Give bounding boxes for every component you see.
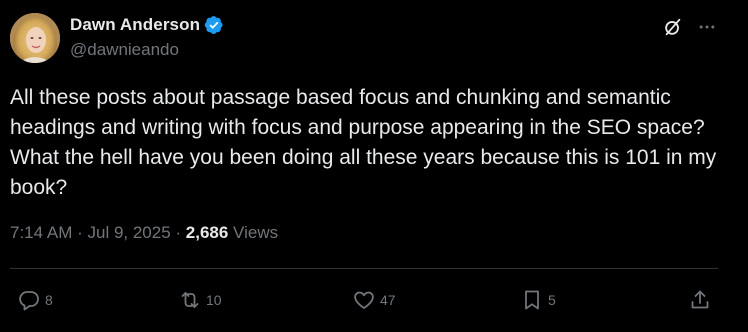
avatar-image bbox=[10, 13, 60, 63]
avatar[interactable] bbox=[10, 13, 60, 63]
tweet-text: All these posts about passage based focu… bbox=[10, 86, 723, 199]
tweet-date[interactable]: Jul 9, 2025 bbox=[87, 223, 170, 243]
display-name[interactable]: Dawn Anderson bbox=[70, 15, 200, 35]
grok-icon[interactable] bbox=[662, 16, 684, 38]
bookmark-button[interactable]: 5 bbox=[520, 284, 556, 316]
views-count[interactable]: 2,686 bbox=[186, 223, 229, 243]
user-block: Dawn Anderson @dawnieando bbox=[70, 13, 224, 60]
bookmark-count: 5 bbox=[548, 292, 556, 308]
verified-badge-icon[interactable] bbox=[204, 15, 224, 35]
like-count: 47 bbox=[380, 292, 396, 308]
reply-count: 8 bbox=[45, 292, 53, 308]
bookmark-icon bbox=[525, 290, 539, 310]
tweet: Dawn Anderson @dawnieando All these post… bbox=[0, 0, 748, 332]
share-icon bbox=[691, 290, 709, 309]
like-button[interactable]: 47 bbox=[352, 284, 396, 316]
more-icon[interactable] bbox=[696, 16, 718, 38]
repost-icon bbox=[181, 292, 199, 308]
repost-count: 10 bbox=[206, 292, 222, 308]
reply-button[interactable]: 8 bbox=[17, 284, 53, 316]
meta-separator: · bbox=[72, 223, 88, 242]
repost-button[interactable]: 10 bbox=[178, 284, 222, 316]
share-button[interactable] bbox=[688, 284, 712, 316]
action-bar: 8 10 47 5 bbox=[0, 284, 748, 316]
tweet-time[interactable]: 7:14 AM bbox=[10, 223, 72, 243]
views-label: Views bbox=[228, 223, 279, 242]
divider bbox=[10, 268, 718, 269]
reply-icon bbox=[19, 291, 39, 311]
tweet-meta: 7:14 AM · Jul 9, 2025 · 2,686 Views bbox=[10, 223, 278, 243]
heart-icon bbox=[354, 291, 374, 309]
name-row: Dawn Anderson bbox=[70, 13, 224, 37]
meta-separator: · bbox=[170, 223, 186, 242]
top-actions bbox=[662, 16, 718, 38]
handle[interactable]: @dawnieando bbox=[70, 40, 224, 60]
